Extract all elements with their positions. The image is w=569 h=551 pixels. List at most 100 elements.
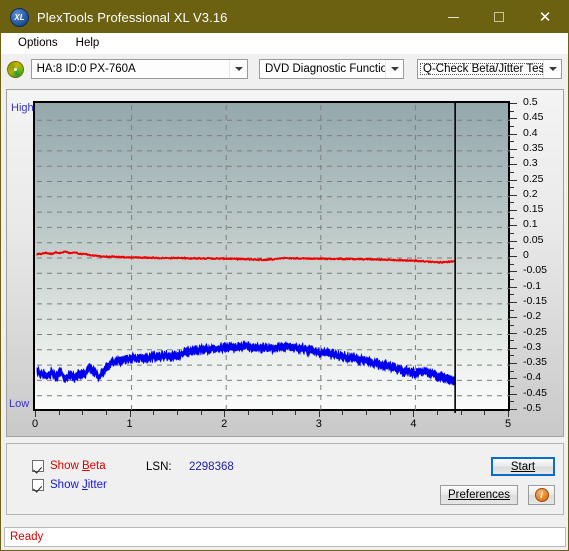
- show-beta-label-key: B: [81, 460, 90, 472]
- y-tick-label: -0.45: [523, 386, 547, 399]
- y-tick-mark: [510, 317, 517, 319]
- y-tick-mark-minor: [510, 210, 514, 212]
- y-tick-mark-minor: [510, 118, 514, 120]
- maximize-icon: [494, 12, 504, 22]
- y-tick-mark-minor: [510, 187, 514, 189]
- y-tick-mark-minor: [510, 148, 514, 150]
- y-tick-label: 0.45: [523, 111, 544, 124]
- status-text: Ready: [10, 531, 44, 543]
- y-tick-mark-minor: [510, 164, 514, 166]
- y-tick-mark-minor: [510, 171, 514, 173]
- drive-select[interactable]: HA:8 ID:0 PX-760A: [30, 59, 248, 79]
- y-tick-mark-minor: [510, 103, 514, 104]
- y-tick-mark-minor: [510, 278, 514, 280]
- y-tick-mark-minor: [510, 409, 514, 410]
- y-tick-label: 0.35: [523, 141, 544, 154]
- x-tick-mark: [508, 411, 509, 417]
- x-tick-label: 0: [31, 418, 39, 430]
- y-tick-label: 0.25: [523, 172, 544, 185]
- preferences-button[interactable]: Preferences: [440, 485, 518, 505]
- y-tick-label: 0.2: [523, 187, 538, 200]
- disc-icon: [7, 60, 24, 78]
- y-tick-mark-minor: [510, 301, 514, 303]
- minimize-button[interactable]: [430, 1, 476, 33]
- chevron-down-icon: [234, 67, 243, 71]
- y-tick-mark-minor: [510, 401, 514, 403]
- plot-area: [33, 101, 510, 413]
- menu-item-help[interactable]: Help: [67, 36, 109, 50]
- x-tick-label: 2: [221, 418, 228, 430]
- x-tick-mark: [129, 411, 131, 417]
- show-beta-label: Show Beta: [50, 460, 106, 472]
- start-button[interactable]: Start: [491, 457, 555, 476]
- chevron-down-icon: [390, 67, 399, 71]
- x-tick-mark-minor: [105, 411, 107, 415]
- chevron-down-icon: [548, 67, 557, 71]
- y-tick-label: 0.05: [523, 233, 544, 246]
- y-tick-mark: [510, 271, 517, 273]
- show-beta-row[interactable]: Show Beta: [32, 460, 106, 472]
- app-icon: XL: [10, 7, 29, 27]
- show-beta-checkbox[interactable]: [32, 460, 44, 472]
- maximize-button[interactable]: [476, 1, 522, 33]
- y-tick-mark-minor: [510, 125, 514, 127]
- x-tick-label: 5: [504, 418, 512, 430]
- show-jitter-row[interactable]: Show Jitter: [32, 479, 107, 491]
- show-jitter-label-pre: Show: [50, 479, 82, 491]
- x-tick-label: 1: [126, 418, 133, 430]
- x-tick-mark-minor: [366, 411, 368, 415]
- y-tick-mark-minor: [510, 294, 514, 296]
- drive-select-arrow[interactable]: [229, 60, 247, 78]
- status-bar: Ready: [4, 527, 566, 547]
- function-select-arrow[interactable]: [385, 60, 403, 78]
- y-tick-label: -0.3: [523, 340, 542, 353]
- x-tick-mark-minor: [295, 411, 297, 415]
- show-jitter-checkbox[interactable]: [32, 479, 44, 491]
- x-tick-mark-minor: [176, 411, 178, 415]
- test-select[interactable]: Q-Check Beta/Jitter Test: [417, 59, 562, 79]
- x-tick-label: 4: [410, 418, 417, 430]
- minimize-icon: [447, 16, 459, 18]
- y-tick-mark-minor: [510, 332, 514, 334]
- menu-item-options[interactable]: Options: [9, 36, 67, 50]
- preferences-button-text: Preferences: [447, 489, 510, 501]
- y-tick-label: 0.15: [523, 203, 544, 216]
- window-title: PlexTools Professional XL V3.16: [37, 9, 228, 25]
- function-select[interactable]: DVD Diagnostic Functions: [259, 59, 404, 79]
- y-tick-mark: [510, 133, 517, 135]
- plot-canvas: [33, 101, 510, 413]
- y-tick-mark-minor: [510, 340, 514, 342]
- y-tick-mark-minor: [510, 263, 514, 265]
- y-tick-mark-minor: [510, 324, 514, 326]
- test-select-arrow[interactable]: [543, 60, 561, 78]
- show-beta-label-pre: Show: [50, 460, 82, 472]
- y-tick-mark-minor: [510, 386, 514, 388]
- y-tick-mark-minor: [510, 179, 514, 181]
- info-button[interactable]: i: [528, 485, 555, 505]
- drive-select-value: HA:8 ID:0 PX-760A: [36, 63, 136, 75]
- y-tick-mark-minor: [510, 110, 514, 112]
- x-tick-mark-minor: [271, 411, 273, 415]
- y-tick-label: -0.05: [523, 264, 547, 277]
- x-tick-mark: [224, 411, 226, 417]
- y-tick-label: 0: [523, 249, 529, 261]
- x-tick-mark-minor: [82, 411, 84, 415]
- close-button[interactable]: ✕: [522, 1, 568, 33]
- x-tick-mark-minor: [484, 411, 486, 415]
- y-tick-label: 0.5: [523, 96, 538, 108]
- x-tick-mark-minor: [437, 411, 439, 415]
- x-tick-mark-minor: [342, 411, 344, 415]
- y-tick-mark-minor: [510, 141, 514, 143]
- y-tick-label: -0.25: [523, 325, 547, 338]
- x-tick-label: 3: [315, 418, 322, 430]
- y-tick-mark-minor: [510, 355, 514, 357]
- x-tick-mark-minor: [58, 411, 60, 415]
- y-tick-mark-minor: [510, 309, 514, 311]
- y-tick-label: 0.4: [523, 126, 538, 139]
- chart-panel: High Low 0.5 0.45 0.4 0.35 0.3 0.25 0.2 0.15 0.1…: [6, 89, 564, 437]
- test-select-value: Q-Check Beta/Jitter Test: [420, 63, 543, 75]
- plextools-window: XL PlexTools Professional XL V3.16 ✕ Opt…: [0, 0, 569, 551]
- y-tick-mark: [510, 286, 517, 288]
- lsn-value: 2298368: [189, 461, 234, 473]
- y-tick-mark-minor: [510, 217, 514, 219]
